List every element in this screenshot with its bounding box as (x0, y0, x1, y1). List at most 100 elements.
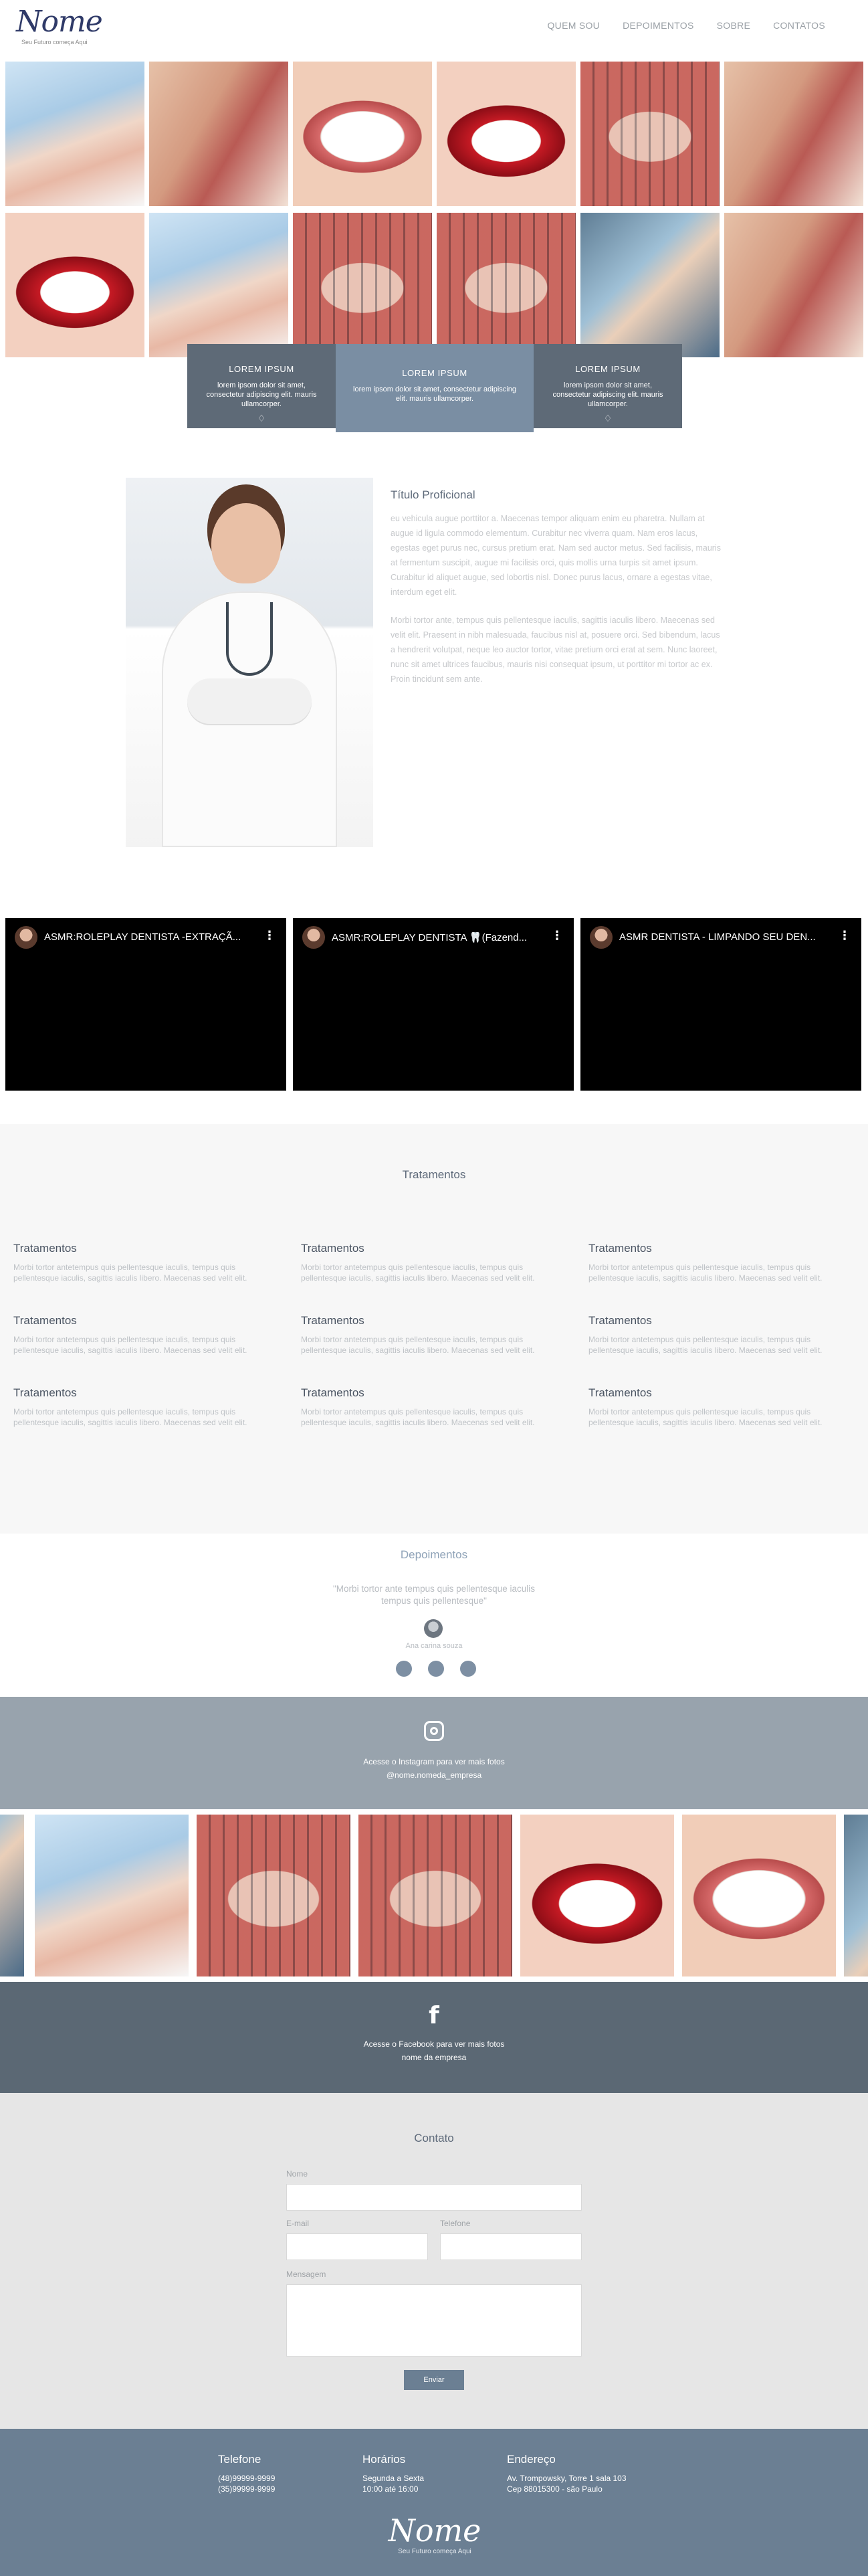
more-options-icon[interactable]: ⋮ (551, 929, 563, 943)
message-label: Mensagem (286, 2270, 326, 2279)
treatment-item: Tratamentos Morbi tortor antetempus quis … (588, 1386, 864, 1428)
instagram-handle[interactable]: @nome.nomeda_empresa (0, 1770, 868, 1780)
testimonial-avatar (424, 1619, 443, 1638)
nav-link-depoimentos[interactable]: DEPOIMENTOS (623, 20, 694, 31)
footer-phone-1[interactable]: (48)99999-9999 (218, 2473, 275, 2484)
instagram-band: Acesse o Instagram para ver mais fotos @… (0, 1697, 868, 1809)
feature-card[interactable]: LOREM IPSUM lorem ipsom dolor sit amet, … (534, 344, 682, 428)
instagram-icon[interactable] (424, 1721, 444, 1741)
testimonials-section: Depoimentos "Morbi tortor ante tempus qu… (0, 1534, 868, 1697)
video-title[interactable]: ASMR:ROLEPLAY DENTISTA -EXTRAÇÃ... (44, 931, 258, 943)
footer-hours-title: Horários (362, 2453, 406, 2466)
about-title: Título Proficional (391, 488, 475, 501)
channel-avatar (590, 926, 613, 949)
instagram-photo-strip (0, 1815, 868, 1976)
email-label: E-mail (286, 2219, 310, 2228)
channel-avatar (15, 926, 37, 949)
treatment-text: Morbi tortor antetempus quis pellentesqu… (13, 1335, 247, 1355)
logo-tagline: Seu Futuro começa Aqui (21, 39, 88, 45)
video-row: ASMR:ROLEPLAY DENTISTA -EXTRAÇÃ... ⋮ ASM… (5, 918, 863, 1091)
feature-card[interactable]: LOREM IPSUM lorem ipsom dolor sit amet, … (336, 344, 534, 432)
footer-logo-text: Nome (388, 2512, 481, 2549)
feature-card[interactable]: LOREM IPSUM lorem ipsom dolor sit amet, … (187, 344, 336, 428)
treatment-item: Tratamentos Morbi tortor antetempus quis … (301, 1314, 588, 1356)
video-embed[interactable]: ASMR DENTISTA - LIMPANDO SEU DEN... ⋮ (580, 918, 861, 1091)
treatment-title: Tratamentos (588, 1314, 652, 1327)
treatment-title: Tratamentos (13, 1314, 77, 1327)
feature-card-title: LOREM IPSUM (575, 364, 641, 374)
site-logo[interactable]: Nome Seu Futuro começa Aqui (16, 5, 103, 51)
site-footer: Telefone (48)99999-9999 (35)99999-9999 H… (0, 2429, 868, 2576)
gallery-photo (437, 62, 576, 206)
message-textarea[interactable] (286, 2284, 582, 2357)
testimonial-quote: "Morbi tortor ante tempus quis pellentes… (333, 1584, 535, 1606)
carousel-dot[interactable] (428, 1661, 444, 1677)
treatment-title: Tratamentos (13, 1242, 77, 1255)
strip-photo[interactable] (844, 1815, 868, 1976)
about-paragraph: Morbi tortor ante, tempus quis pellentes… (391, 616, 720, 684)
phone-label: Telefone (440, 2219, 471, 2228)
treatment-text: Morbi tortor antetempus quis pellentesqu… (588, 1335, 823, 1355)
gallery-photo (293, 62, 432, 206)
treatment-item: Tratamentos Morbi tortor antetempus quis … (301, 1386, 588, 1428)
gallery-photo (580, 62, 720, 206)
gallery-photo (724, 213, 863, 357)
footer-hours-2: 10:00 até 16:00 (362, 2484, 419, 2494)
email-input[interactable] (286, 2233, 428, 2260)
strip-photo[interactable] (35, 1815, 189, 1976)
submit-button[interactable]: Enviar (404, 2370, 464, 2390)
treatment-title: Tratamentos (301, 1242, 364, 1255)
logo-text: Nome (16, 5, 103, 39)
carousel-dots (396, 1661, 476, 1677)
treatment-item: Tratamentos Morbi tortor antetempus quis … (13, 1386, 301, 1428)
gallery-photo (149, 62, 288, 206)
treatment-text: Morbi tortor antetempus quis pellentesqu… (301, 1335, 535, 1355)
feature-card-title: LOREM IPSUM (402, 368, 467, 378)
treatment-item: Tratamentos Morbi tortor antetempus quis … (588, 1314, 864, 1356)
more-options-icon[interactable]: ⋮ (839, 929, 851, 943)
nav-link-contatos[interactable]: CONTATOS (773, 20, 825, 31)
video-title[interactable]: ASMR DENTISTA - LIMPANDO SEU DEN... (619, 931, 833, 943)
treatment-text: Morbi tortor antetempus quis pellentesqu… (13, 1407, 247, 1427)
treatment-text: Morbi tortor antetempus quis pellentesqu… (588, 1407, 823, 1427)
facebook-icon[interactable]: f (0, 2002, 868, 2029)
treatments-grid: Tratamentos Morbi tortor antetempus quis … (13, 1242, 864, 1428)
phone-input[interactable] (440, 2233, 582, 2260)
treatment-text: Morbi tortor antetempus quis pellentesqu… (588, 1263, 823, 1283)
carousel-dot[interactable] (396, 1661, 412, 1677)
strip-photo[interactable] (520, 1815, 674, 1976)
video-title[interactable]: ASMR:ROLEPLAY DENTISTA 🦷(Fazend... (332, 931, 546, 943)
facebook-page-name[interactable]: nome da empresa (0, 2053, 868, 2062)
treatment-item: Tratamentos Morbi tortor antetempus quis … (301, 1242, 588, 1283)
video-embed[interactable]: ASMR:ROLEPLAY DENTISTA -EXTRAÇÃ... ⋮ (5, 918, 286, 1091)
feature-cards: LOREM IPSUM lorem ipsom dolor sit amet, … (187, 344, 682, 432)
video-embed[interactable]: ASMR:ROLEPLAY DENTISTA 🦷(Fazend... ⋮ (293, 918, 574, 1091)
contact-heading: Contato (414, 2132, 454, 2144)
main-nav: QUEM SOU DEPOIMENTOS SOBRE CONTATOS (547, 20, 825, 31)
nav-link-quem-sou[interactable]: QUEM SOU (547, 20, 600, 31)
feature-card-text: lorem ipsom dolor sit amet, consectetur … (353, 385, 516, 403)
more-options-icon[interactable]: ⋮ (263, 929, 276, 943)
strip-photo[interactable] (682, 1815, 836, 1976)
treatment-text: Morbi tortor antetempus quis pellentesqu… (301, 1407, 535, 1427)
treatment-text: Morbi tortor antetempus quis pellentesqu… (13, 1263, 247, 1283)
site-header: Nome Seu Futuro começa Aqui QUEM SOU DEP… (0, 0, 868, 59)
strip-photo[interactable] (358, 1815, 512, 1976)
treatment-item: Tratamentos Morbi tortor antetempus quis … (13, 1242, 301, 1283)
instagram-cta: Acesse o Instagram para ver mais fotos (363, 1757, 505, 1766)
gallery-photo (580, 213, 720, 357)
feature-card-text: lorem ipsom dolor sit amet, consectetur … (552, 381, 663, 408)
footer-logo[interactable]: Nome Seu Futuro começa Aqui (374, 2513, 495, 2555)
nav-link-sobre[interactable]: SOBRE (717, 20, 751, 31)
strip-photo[interactable] (197, 1815, 350, 1976)
treatment-title: Tratamentos (588, 1386, 652, 1399)
name-input[interactable] (286, 2184, 582, 2211)
doctor-photo (126, 478, 373, 847)
footer-phone-2[interactable]: (35)99999-9999 (218, 2484, 275, 2494)
feature-card-title: LOREM IPSUM (229, 364, 294, 374)
footer-address-2: Cep 88015300 - são Paulo (507, 2484, 603, 2494)
carousel-dot[interactable] (460, 1661, 476, 1677)
facebook-band: f Acesse o Facebook para ver mais fotos … (0, 1982, 868, 2093)
testimonial-author: Ana carina souza (405, 1642, 463, 1650)
strip-photo[interactable] (0, 1815, 24, 1976)
